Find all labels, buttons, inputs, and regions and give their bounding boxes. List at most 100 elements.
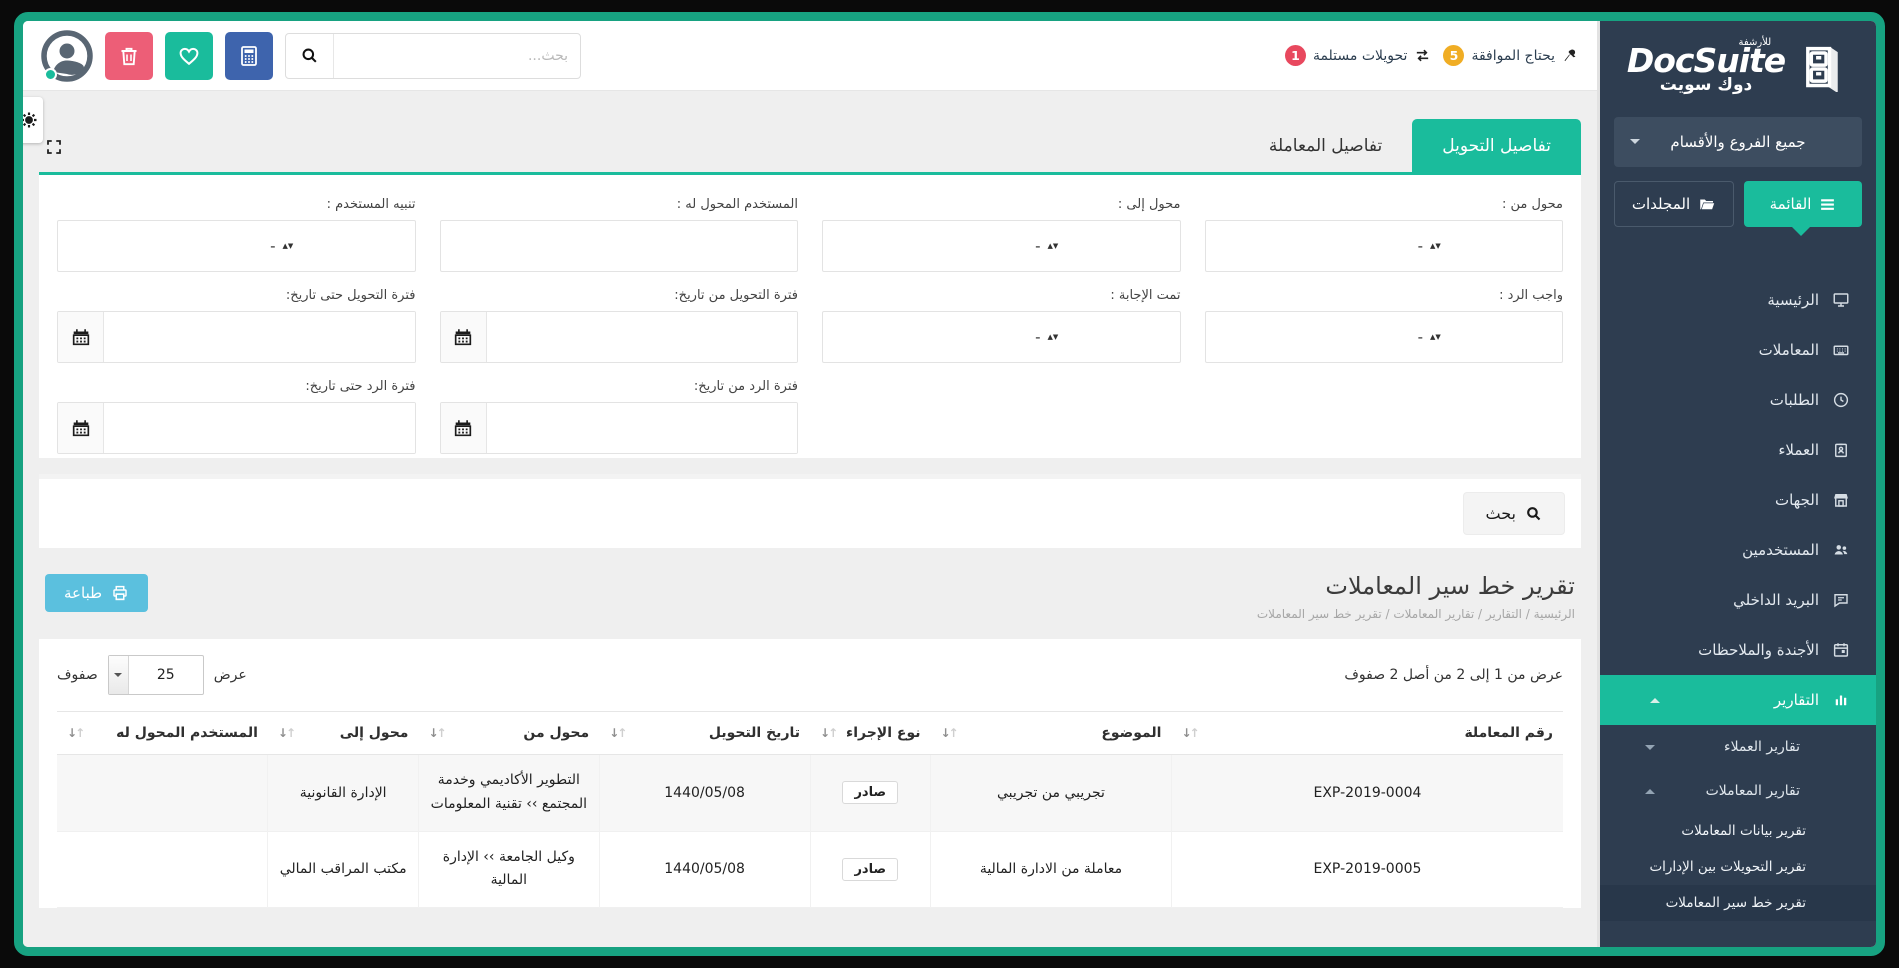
- sidebar-item-home[interactable]: الرئيسية: [1600, 275, 1876, 325]
- calendar-addon[interactable]: [441, 312, 487, 362]
- keyboard-icon: [1832, 341, 1850, 359]
- trash-button[interactable]: [105, 32, 153, 80]
- breadcrumb: الرئيسية / التقارير / تقارير المعاملات /…: [1257, 607, 1575, 621]
- folders-button[interactable]: المجلدات: [1614, 181, 1734, 227]
- sidebar-item-label: الأجندة والملاحظات: [1698, 641, 1819, 659]
- answered-select[interactable]: -▲▼: [822, 311, 1181, 363]
- sidebar-item-transaction-data-report[interactable]: تقرير بيانات المعاملات: [1600, 813, 1876, 849]
- cell-subject: معاملة من الادارة المالية: [930, 831, 1171, 908]
- table-row[interactable]: EXP-2019-0004 تجريبي من تجريبي صادر 1440…: [57, 755, 1563, 832]
- sidebar-item-clients[interactable]: العملاء: [1600, 425, 1876, 475]
- page-content: تفاصيل التحويل تفاصيل المعاملة محول من :…: [23, 91, 1597, 947]
- reply-date-from-input[interactable]: [487, 403, 798, 453]
- page-size-select[interactable]: 25: [108, 655, 204, 695]
- sidebar-item-label: الجهات: [1775, 491, 1819, 509]
- sidebar-subitem-label: تقارير العملاء: [1724, 739, 1800, 755]
- received-transfers-notification[interactable]: تحويلات مستلمة 1: [1285, 45, 1432, 66]
- sidebar-subsubitem-label: تقرير بيانات المعاملات: [1681, 823, 1806, 839]
- header-label: محول من: [523, 725, 589, 741]
- header-action-type[interactable]: نوع الإجراء↓↑: [810, 712, 930, 755]
- header-label: تاريخ التحويل: [709, 725, 800, 741]
- sidebar-item-entities[interactable]: الجهات: [1600, 475, 1876, 525]
- sidebar-item-transactions[interactable]: المعاملات: [1600, 325, 1876, 375]
- search-input[interactable]: [334, 34, 580, 78]
- app-logo: للأرشفة DocSuite دوك سويت: [1600, 21, 1876, 103]
- chevron-up-icon: [1645, 789, 1655, 794]
- reply-required-select[interactable]: -▲▼: [1205, 311, 1564, 363]
- sidebar-item-label: البريد الداخلي: [1733, 591, 1819, 609]
- trash-icon: [117, 44, 141, 68]
- user-avatar[interactable]: [41, 30, 93, 82]
- sidebar-item-transaction-reports[interactable]: تقارير المعاملات: [1600, 769, 1876, 813]
- sidebar-item-label: المعاملات: [1759, 341, 1819, 359]
- header-transfer-date[interactable]: تاريخ التحويل↓↑: [599, 712, 810, 755]
- branch-selector[interactable]: جميع الفروع والأقسام: [1614, 117, 1862, 167]
- transfer-date-from-input[interactable]: [487, 312, 798, 362]
- transferred-from-select[interactable]: -▲▼: [1205, 220, 1564, 272]
- field-answered: تمت الإجابة : -▲▼: [822, 288, 1181, 363]
- calculator-button[interactable]: [225, 32, 273, 80]
- header-transferred-to[interactable]: محول إلى↓↑: [268, 712, 419, 755]
- assigned-user-input[interactable]: [440, 220, 799, 272]
- printer-icon: [111, 584, 129, 602]
- branch-selector-label: جميع الفروع والأقسام: [1670, 133, 1805, 151]
- sidebar: للأرشفة DocSuite دوك سويت جميع الفروع وا…: [1600, 21, 1876, 947]
- header-transferred-from[interactable]: محول من↓↑: [418, 712, 599, 755]
- header-subject[interactable]: الموضوع↓↑: [930, 712, 1171, 755]
- reply-date-to-input[interactable]: [104, 403, 415, 453]
- sidebar-item-requests[interactable]: الطلبات: [1600, 375, 1876, 425]
- sidebar-item-agenda[interactable]: الأجندة والملاحظات: [1600, 625, 1876, 675]
- sidebar-item-client-reports[interactable]: تقارير العملاء: [1600, 725, 1876, 769]
- sidebar-item-interdept-transfers-report[interactable]: تقرير التحويلات بين الإدارات: [1600, 849, 1876, 885]
- calendar-addon[interactable]: [58, 403, 104, 453]
- cell-assigned-user: [57, 755, 268, 832]
- menu-button[interactable]: القائمة: [1744, 181, 1862, 227]
- tab-transaction-details[interactable]: تفاصيل المعاملة: [1239, 119, 1412, 172]
- field-transfer-date-to: فترة التحويل حتى تاريخ:: [57, 288, 416, 363]
- sidebar-item-internal-mail[interactable]: البريد الداخلي: [1600, 575, 1876, 625]
- table-row[interactable]: EXP-2019-0005 معاملة من الادارة المالية …: [57, 831, 1563, 908]
- file-cabinet-icon: [1797, 40, 1849, 92]
- field-reply-date-to: فترة الرد حتى تاريخ:: [57, 379, 416, 454]
- header-label: رقم المعاملة: [1464, 725, 1553, 741]
- calendar-addon[interactable]: [58, 312, 104, 362]
- header-label: المستخدم المحول له: [116, 725, 258, 741]
- cell-transferred-from: وكيل الجامعة ›› الإدارة المالية: [418, 831, 599, 908]
- sidebar-item-label: العملاء: [1778, 441, 1819, 459]
- online-status-dot: [44, 68, 57, 81]
- status-badge: صادر: [842, 781, 898, 804]
- chevron-up-icon: [1650, 698, 1660, 703]
- transfer-date-to-input[interactable]: [104, 312, 415, 362]
- search-icon-segment[interactable]: [286, 34, 334, 78]
- page-title: تقرير خط سير المعاملات: [1257, 572, 1575, 600]
- filter-tabs: تفاصيل التحويل تفاصيل المعاملة: [39, 119, 1581, 175]
- cell-subject: تجريبي من تجريبي: [930, 755, 1171, 832]
- settings-flap[interactable]: [14, 97, 43, 143]
- field-label: فترة الرد من تاريخ:: [440, 379, 799, 394]
- user-alert-select[interactable]: -▲▼: [57, 220, 416, 272]
- search-icon: [1525, 505, 1542, 522]
- chevron-down-icon: [1645, 745, 1655, 750]
- clock-icon: [1832, 391, 1850, 409]
- calendar-addon[interactable]: [441, 403, 487, 453]
- field-label: فترة التحويل من تاريخ:: [440, 288, 799, 303]
- field-label: فترة التحويل حتى تاريخ:: [57, 288, 416, 303]
- search-submit-button[interactable]: بحث: [1463, 492, 1566, 535]
- folders-button-label: المجلدات: [1632, 195, 1690, 213]
- print-button[interactable]: طباعة: [45, 574, 148, 612]
- transferred-to-select[interactable]: -▲▼: [822, 220, 1181, 272]
- fullscreen-icon[interactable]: [45, 138, 63, 156]
- sidebar-item-users[interactable]: المستخدمين: [1600, 525, 1876, 575]
- sidebar-item-label: الرئيسية: [1767, 291, 1819, 309]
- favorites-button[interactable]: [165, 32, 213, 80]
- needs-approval-notification[interactable]: يحتاج الموافقة 5: [1443, 45, 1579, 66]
- tab-transfer-details[interactable]: تفاصيل التحويل: [1412, 119, 1581, 172]
- calendar-icon: [70, 417, 92, 439]
- sidebar-item-reports[interactable]: التقارير: [1600, 675, 1876, 725]
- sidebar-item-workflow-report[interactable]: تقرير خط سير المعاملات: [1600, 885, 1876, 921]
- calendar-icon: [70, 326, 92, 348]
- header-assigned-user[interactable]: المستخدم المحول له↓↑: [57, 712, 268, 755]
- header-label: الموضوع: [1101, 725, 1161, 741]
- header-transaction-number[interactable]: رقم المعاملة↓↑: [1171, 712, 1563, 755]
- filter-footer: بحث: [39, 474, 1581, 548]
